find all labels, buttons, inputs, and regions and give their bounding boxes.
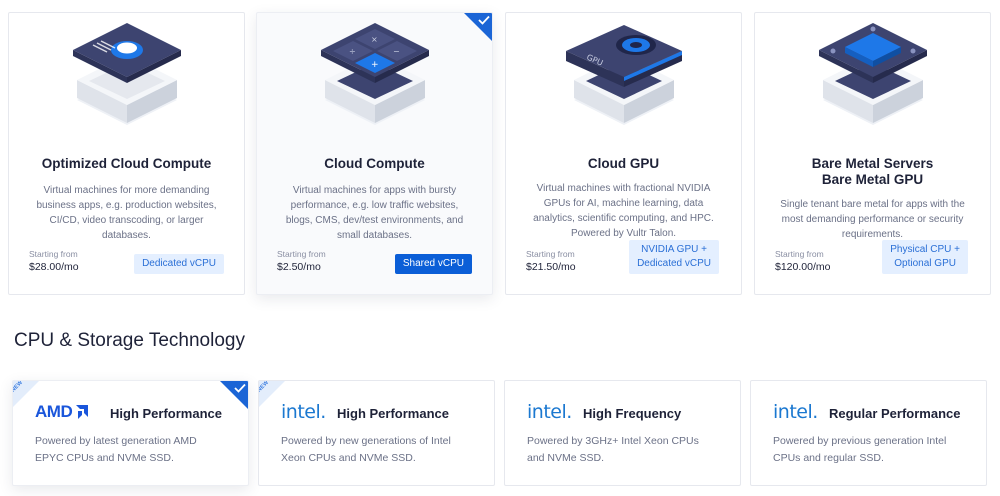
price: $2.50/mo	[277, 261, 321, 273]
starting-price: Starting from $21.50/mo	[526, 248, 576, 274]
tech-description-line: Powered by latest generation AMD	[35, 435, 197, 447]
optimized-compute-icon	[9, 15, 244, 140]
tech-name: High Performance	[110, 406, 222, 421]
plan-card-cloud-compute[interactable]: × − ÷ + Cloud Compute Virtual machines f…	[256, 12, 493, 295]
svg-text:×: ×	[371, 35, 378, 44]
tech-description-line: Powered by new generations of Intel	[281, 435, 451, 447]
tech-name: Regular Performance	[829, 406, 961, 421]
intel-logo: intel.	[281, 401, 326, 423]
badge-line: Optional GPU	[894, 258, 956, 269]
plan-card-cloud-gpu[interactable]: GPU Cloud GPU Virtual machines with frac…	[505, 12, 742, 295]
cpu-type-badge: Dedicated vCPU	[134, 254, 224, 274]
tech-description-line: Xeon CPUs and NVMe SSD.	[281, 452, 416, 464]
brand-text: AMD	[35, 402, 73, 421]
svg-text:÷: ÷	[349, 47, 356, 56]
plan-description: Virtual machines for more demanding busi…	[36, 185, 217, 241]
plan-description: Virtual machines with fractional NVIDIA …	[533, 183, 714, 239]
intel-logo: intel.	[527, 401, 572, 423]
cpu-type-badge: NVIDIA GPU + Dedicated vCPU	[629, 240, 719, 274]
badge-line: Physical CPU +	[890, 244, 960, 255]
tech-name: High Frequency	[583, 406, 682, 421]
badge-line: Dedicated vCPU	[637, 258, 711, 269]
brand-text: intel.	[281, 401, 326, 423]
tech-description-line: and NVMe SSD.	[527, 452, 605, 464]
intel-logo: intel.	[773, 401, 818, 423]
tech-name: High Performance	[337, 406, 449, 421]
tech-description-line: EPYC CPUs and NVMe SSD.	[35, 452, 174, 464]
tech-description-line: Powered by 3GHz+ Intel Xeon CPUs	[527, 435, 699, 447]
plan-title: Bare Metal Servers Bare Metal GPU	[755, 156, 990, 188]
starting-price: Starting from $2.50/mo	[277, 248, 326, 274]
tech-card-intel-high-frequency[interactable]: intel. High Frequency Powered by 3GHz+ I…	[504, 380, 741, 486]
amd-logo: AMD	[35, 401, 89, 423]
gpu-icon: GPU	[506, 15, 741, 140]
new-label: NEW	[12, 380, 25, 394]
tech-description: Powered by new generations of Intel Xeon…	[281, 433, 480, 467]
starting-label: Starting from	[277, 249, 326, 259]
starting-label: Starting from	[775, 249, 824, 259]
tech-description: Powered by previous generation Intel CPU…	[773, 433, 972, 467]
svg-text:+: +	[371, 60, 379, 70]
badge-line: NVIDIA GPU +	[641, 244, 707, 255]
plan-card-optimized-cloud-compute[interactable]: Optimized Cloud Compute Virtual machines…	[8, 12, 245, 295]
starting-label: Starting from	[29, 249, 78, 259]
brand-text: intel.	[773, 401, 818, 423]
brand-text: intel.	[527, 401, 572, 423]
starting-label: Starting from	[526, 249, 575, 259]
tech-description: Powered by latest generation AMD EPYC CP…	[35, 433, 234, 467]
price: $120.00/mo	[775, 261, 831, 273]
plan-title: Optimized Cloud Compute	[41, 156, 212, 171]
price: $21.50/mo	[526, 261, 576, 273]
price: $28.00/mo	[29, 261, 79, 273]
plan-title: Cloud GPU	[587, 156, 660, 171]
section-title: CPU & Storage Technology	[14, 330, 245, 351]
new-label: NEW	[258, 380, 271, 394]
cpu-type-badge: Physical CPU + Optional GPU	[882, 240, 968, 274]
tech-description-line: CPUs and regular SSD.	[773, 452, 884, 464]
starting-price: Starting from $120.00/mo	[775, 248, 830, 274]
tech-card-amd-high-performance[interactable]: NEW AMD High Performance Powered by late…	[12, 380, 249, 486]
cloud-compute-icon: × − ÷ +	[257, 15, 492, 140]
selected-check-icon	[220, 381, 248, 409]
tech-card-intel-high-performance[interactable]: NEW intel. High Performance Powered by n…	[258, 380, 495, 486]
tech-card-intel-regular-performance[interactable]: intel. Regular Performance Powered by pr…	[750, 380, 987, 486]
plan-title: Cloud Compute	[324, 156, 425, 171]
plan-description: Virtual machines for apps with bursty pe…	[285, 185, 464, 241]
plan-description: Single tenant bare metal for apps with t…	[780, 199, 965, 240]
bare-metal-icon	[755, 15, 990, 140]
starting-price: Starting from $28.00/mo	[29, 248, 79, 274]
plan-title-line: Bare Metal Servers	[811, 156, 934, 171]
amd-arrow-icon	[76, 405, 89, 419]
plan-title-line: Bare Metal GPU	[821, 172, 924, 187]
svg-text:−: −	[393, 47, 400, 56]
plan-card-bare-metal[interactable]: Bare Metal Servers Bare Metal GPU Single…	[754, 12, 991, 295]
tech-description: Powered by 3GHz+ Intel Xeon CPUs and NVM…	[527, 433, 726, 467]
cpu-type-badge: Shared vCPU	[394, 254, 472, 274]
tech-description-line: Powered by previous generation Intel	[773, 435, 947, 447]
